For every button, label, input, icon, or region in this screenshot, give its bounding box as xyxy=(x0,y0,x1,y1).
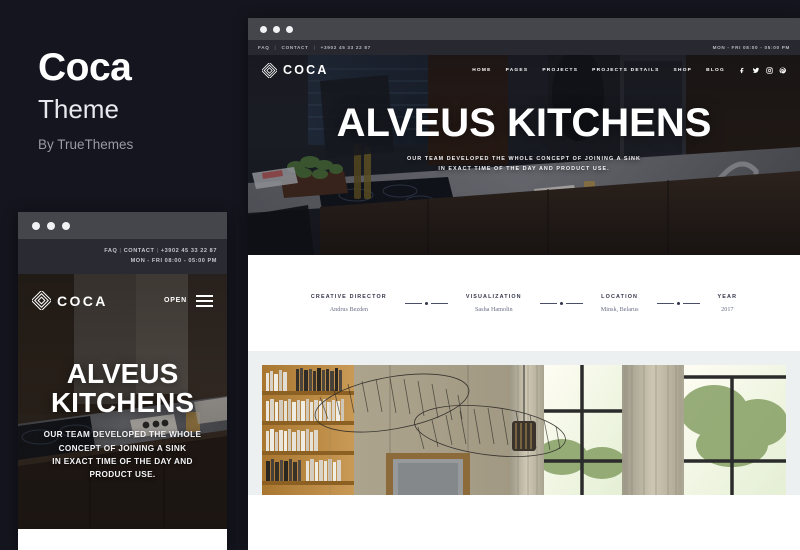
meta-separator xyxy=(656,301,700,305)
coca-logo-icon xyxy=(32,291,51,311)
gallery-interior-photo[interactable] xyxy=(262,365,788,495)
mobile-utility-line-1: FAQ | CONTACT | +3902 45 33 22 87 xyxy=(18,246,217,256)
hero-title: ALVEUS KITCHENS xyxy=(336,101,712,145)
meta-item-year: YEAR 2017 xyxy=(714,294,742,313)
nav-link-shop[interactable]: SHOP xyxy=(674,68,693,73)
mobile-hero-subtitle-line-3: IN EXACT TIME OF THE DAY AND xyxy=(52,456,193,466)
hero-subtitle-line-2: IN EXACT TIME OF THE DAY AND PRODUCT USE… xyxy=(438,166,610,172)
meta-value: 2017 xyxy=(721,305,734,313)
desktop-hero-section: COCA HOME PAGES PROJECTS PROJECTS DETAIL… xyxy=(248,55,800,255)
meta-separator xyxy=(404,301,448,305)
twitter-icon[interactable] xyxy=(752,67,760,74)
utility-separator: | xyxy=(274,45,277,50)
meta-item-location: LOCATION Minsk, Belarus xyxy=(597,294,643,313)
meta-value: Minsk, Belarus xyxy=(600,305,639,313)
mobile-hero-subtitle-line-2: CONCEPT OF JOINING A SINK xyxy=(58,443,187,453)
meta-label: VISUALIZATION xyxy=(465,293,522,300)
social-links xyxy=(739,66,786,74)
mobile-hero-title: ALVEUS KITCHENS xyxy=(26,357,219,419)
meta-label: CREATIVE DIRECTOR xyxy=(310,293,387,300)
office-hours: MON - FRI 08:00 - 05:00 PM xyxy=(712,45,790,50)
brand-name: COCA xyxy=(57,292,108,309)
desktop-browser-mockup: FAQ | CONTACT | +3902 45 33 22 87 MON - … xyxy=(248,18,800,550)
mobile-hero-subtitle-line-4: PRODUCT USE. xyxy=(89,469,156,479)
hamburger-icon[interactable] xyxy=(196,294,213,307)
mobile-hero-copy: ALVEUS KITCHENS OUR TEAM DEVELOPED THE W… xyxy=(18,357,227,481)
window-dot-minimize[interactable] xyxy=(47,221,55,230)
theme-title: Coca xyxy=(38,46,132,89)
meta-label: YEAR xyxy=(717,293,738,300)
window-dot-maximize[interactable] xyxy=(286,25,293,33)
meta-separator xyxy=(539,301,583,305)
meta-label: LOCATION xyxy=(601,293,639,300)
pinterest-icon[interactable] xyxy=(779,67,786,74)
mobile-hero-subtitle: OUR TEAM DEVELOPED THE WHOLE CONCEPT OF … xyxy=(26,428,219,481)
faq-link[interactable]: FAQ xyxy=(258,45,270,50)
meta-value: Andrus Bezden xyxy=(329,305,369,313)
mobile-hero-title-line-2: KITCHENS xyxy=(50,387,195,419)
hero-subtitle-line-1: OUR TEAM DEVELOPED THE WHOLE CONCEPT OF … xyxy=(407,156,641,162)
mobile-hero-title-line-1: ALVEUS xyxy=(66,357,179,389)
project-meta-section: CREATIVE DIRECTOR Andrus Bezden VISUALIZ… xyxy=(248,255,800,351)
window-dot-close[interactable] xyxy=(260,25,267,33)
office-hours: MON - FRI 08:00 - 05:00 PM xyxy=(130,258,217,265)
faq-link[interactable]: FAQ xyxy=(104,248,117,254)
nav-link-home[interactable]: HOME xyxy=(472,68,491,73)
mobile-navbar: COCA OPEN xyxy=(18,284,227,318)
window-dot-minimize[interactable] xyxy=(273,25,280,33)
mobile-window-titlebar xyxy=(18,212,227,239)
mobile-utility-bar: FAQ | CONTACT | +3902 45 33 22 87 MON - … xyxy=(18,239,227,274)
contact-link[interactable]: CONTACT xyxy=(282,45,309,50)
mobile-browser-mockup: FAQ | CONTACT | +3902 45 33 22 87 MON - … xyxy=(18,212,227,550)
facebook-icon[interactable] xyxy=(739,67,746,74)
phone-number[interactable]: +3902 45 33 22 87 xyxy=(321,45,371,50)
theme-author: By TrueThemes xyxy=(38,136,134,152)
promo-block: Coca Theme By TrueThemes xyxy=(38,46,238,152)
meta-item-creative-director: CREATIVE DIRECTOR Andrus Bezden xyxy=(307,294,391,313)
nav-link-pages[interactable]: PAGES xyxy=(506,68,529,73)
utility-separator: | xyxy=(313,45,316,50)
desktop-utility-bar: FAQ | CONTACT | +3902 45 33 22 87 MON - … xyxy=(248,40,800,55)
project-meta-row: CREATIVE DIRECTOR Andrus Bezden VISUALIZ… xyxy=(307,294,741,313)
window-dot-maximize[interactable] xyxy=(62,221,70,230)
desktop-nav-links: HOME PAGES PROJECTS PROJECTS DETAILS SHO… xyxy=(472,68,725,73)
coca-logo-icon xyxy=(262,62,277,78)
brand-logo[interactable]: COCA xyxy=(262,62,329,78)
mobile-hero-section: COCA OPEN ALVEUS KITCHENS OUR TEAM DEVEL… xyxy=(18,273,227,529)
nav-link-projects[interactable]: PROJECTS xyxy=(542,68,578,73)
meta-item-visualization: VISUALIZATION Sasha Hamolin xyxy=(462,294,526,313)
hero-subtitle: OUR TEAM DEVELOPED THE WHOLE CONCEPT OF … xyxy=(248,154,800,174)
brand-logo[interactable]: COCA xyxy=(32,291,108,311)
desktop-navbar: COCA HOME PAGES PROJECTS PROJECTS DETAIL… xyxy=(248,55,800,85)
open-menu-label[interactable]: OPEN xyxy=(164,297,187,304)
mobile-hero-subtitle-line-1: OUR TEAM DEVELOPED THE WHOLE xyxy=(43,430,202,440)
nav-link-projects-details[interactable]: PROJECTS DETAILS xyxy=(592,68,659,73)
window-dot-close[interactable] xyxy=(32,221,40,230)
contact-link[interactable]: CONTACT xyxy=(124,248,155,254)
utility-separator: | xyxy=(156,248,159,254)
nav-link-blog[interactable]: BLOG xyxy=(706,68,725,73)
desktop-hero-copy: ALVEUS KITCHENS OUR TEAM DEVELOPED THE W… xyxy=(248,103,800,174)
instagram-icon[interactable] xyxy=(766,66,773,74)
phone-number[interactable]: +3902 45 33 22 87 xyxy=(161,248,217,254)
gallery-section xyxy=(248,351,800,495)
desktop-window-titlebar xyxy=(248,18,800,40)
brand-name: COCA xyxy=(283,63,329,77)
theme-subtitle: Theme xyxy=(38,93,119,124)
meta-value: Sasha Hamolin xyxy=(474,305,513,313)
utility-separator: | xyxy=(119,248,122,254)
